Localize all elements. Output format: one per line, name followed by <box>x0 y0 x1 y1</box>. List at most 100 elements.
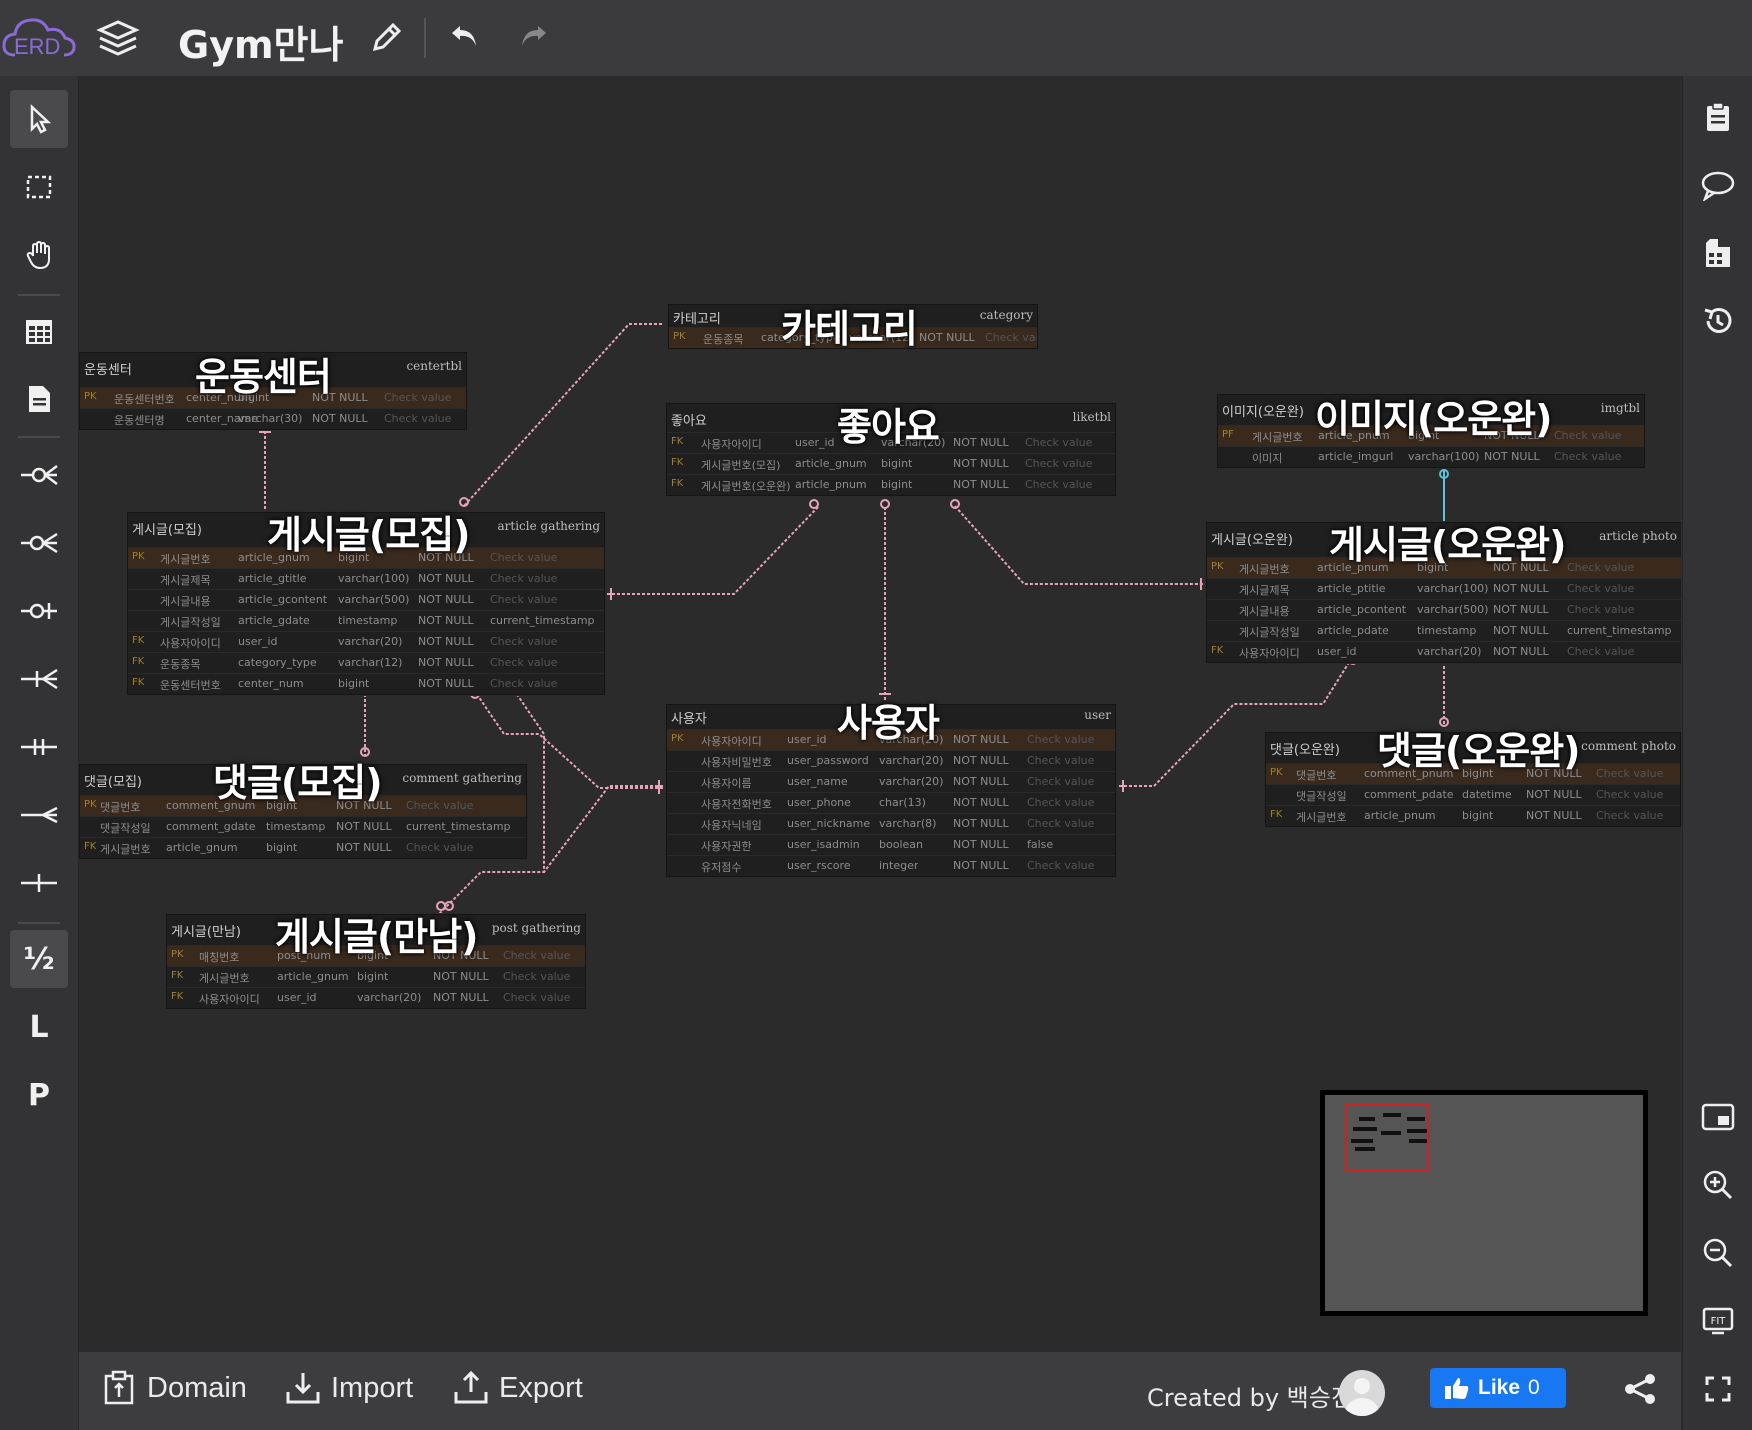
share-icon[interactable] <box>1623 1372 1663 1412</box>
zero-or-many-alt-icon[interactable] <box>10 514 68 572</box>
column-null: NOT NULL <box>953 457 1009 470</box>
table-row[interactable]: 사용자권한 user_isadmin boolean NOT NULL false <box>667 834 1115 855</box>
memo-tool-icon[interactable] <box>10 370 68 428</box>
column-physical: user_password <box>787 754 869 767</box>
table-row[interactable]: 게시글제목 article_ptitle varchar(100) NOT NULL C… <box>1207 578 1681 599</box>
table-row[interactable]: FK 사용자아이디 user_id varchar(20) NOT NULL Check … <box>128 631 604 652</box>
column-logical: 댓글번호 <box>100 801 141 814</box>
redo-icon[interactable] <box>514 16 554 56</box>
pointer-tool-icon[interactable] <box>10 90 68 148</box>
column-logical: 운동센터번호 <box>160 679 221 692</box>
relation-l-button[interactable]: L <box>10 998 68 1056</box>
table-row[interactable]: 유저점수 user_rscore integer NOT NULL Check valu… <box>667 855 1115 876</box>
edit-pencil-icon[interactable] <box>366 18 406 58</box>
table-row[interactable]: 게시글작성일 article_gdate timestamp NOT NULL curr… <box>128 610 604 631</box>
one-or-many-relation-icon[interactable] <box>10 650 68 708</box>
table-row[interactable]: 게시글내용 article_pcontent varchar(500) NOT NUL… <box>1207 599 1681 620</box>
table-row[interactable]: 운동센터명 center_name varchar(30) NOT NULL Check… <box>80 408 466 429</box>
column-logical: 게시글번호 <box>100 843 151 856</box>
undo-icon[interactable] <box>444 16 484 56</box>
table-row[interactable]: 댓글작성일 comment_gdate timestamp NOT NULL curre… <box>80 816 526 837</box>
table-row[interactable]: 사용자전화번호 user_phone char(13) NOT NULL Check v… <box>667 792 1115 813</box>
fullscreen-icon[interactable] <box>1697 1368 1739 1410</box>
column-logical: 매칭번호 <box>199 951 240 964</box>
table-tool-icon[interactable] <box>10 302 68 360</box>
zero-or-many-relation-icon[interactable] <box>10 446 68 504</box>
relation-category-gather <box>463 323 662 507</box>
table-row[interactable]: FK 사용자아이디 user_id varchar(20) NOT NULL Check … <box>167 987 585 1008</box>
table-row[interactable]: FK 사용자아이디 user_id varchar(20) NOT NULL Check … <box>1207 641 1681 662</box>
erd-cloud-logo[interactable]: ERD <box>0 12 80 64</box>
clipboard-icon[interactable] <box>1697 96 1739 138</box>
zero-or-one-relation-icon[interactable] <box>10 582 68 640</box>
model-title: Gym만나 <box>178 23 344 67</box>
column-logical: 게시글제목 <box>1239 584 1290 597</box>
table-title-comment-gathering: 댓글(모집) <box>213 761 383 805</box>
select-area-icon[interactable] <box>10 158 68 216</box>
table-row[interactable]: 이미지 article_imgurl varchar(100) NOT NULL Che… <box>1218 446 1644 467</box>
table-row[interactable]: 사용자비밀번호 user_password varchar(20) NOT NULL C… <box>667 750 1115 771</box>
column-logical: 사용자전화번호 <box>701 798 772 811</box>
one-only-relation-icon[interactable] <box>10 718 68 776</box>
zoom-in-icon[interactable] <box>1697 1164 1739 1206</box>
table-physical-name: user <box>1084 708 1111 722</box>
column-null: NOT NULL <box>433 991 489 1004</box>
import-button[interactable]: Import <box>285 1370 413 1406</box>
thumbs-up-icon <box>1445 1378 1469 1399</box>
table-row[interactable]: FK 게시글번호 article_gnum bigint NOT NULL Check v… <box>80 837 526 858</box>
hand-tool-icon[interactable] <box>10 226 68 284</box>
export-button[interactable]: Export <box>453 1370 583 1406</box>
table-logical-name: 댓글(오운완) <box>1270 743 1340 758</box>
one-relation-icon[interactable] <box>10 854 68 912</box>
table-row[interactable]: 사용자닉네임 user_nickname varchar(8) NOT NULL Che… <box>667 813 1115 834</box>
column-type: char(13) <box>879 796 926 809</box>
column-type: varchar(500) <box>1417 603 1489 616</box>
column-null: NOT NULL <box>953 436 1009 449</box>
comment-icon[interactable] <box>1697 164 1739 206</box>
domain-button[interactable]: Domain <box>103 1370 247 1406</box>
column-type: bigint <box>1462 809 1494 822</box>
column-type: varchar(20) <box>1417 645 1482 658</box>
domain-label: Domain <box>147 1371 247 1404</box>
table-row[interactable]: FK 운동종목 category_type varchar(12) NOT NULL Ch… <box>128 652 604 673</box>
zoom-out-icon[interactable] <box>1697 1232 1739 1274</box>
table-row[interactable]: 게시글내용 article_gcontent varchar(500) NOT NUL… <box>128 589 604 610</box>
minimap-viewport[interactable] <box>1345 1103 1429 1171</box>
relation-endpoint-marker <box>880 499 890 509</box>
column-physical: article_pdate <box>1317 624 1389 637</box>
table-logical-name: 운동센터 <box>84 363 132 378</box>
column-logical: 게시글작성일 <box>160 616 221 629</box>
table-physical-name: article photo <box>1599 529 1677 543</box>
relation-p-button[interactable]: P <box>10 1066 68 1124</box>
author-avatar[interactable] <box>1339 1370 1385 1416</box>
minimap[interactable] <box>1320 1090 1648 1316</box>
history-icon[interactable] <box>1697 300 1739 342</box>
model-list-icon[interactable] <box>94 16 142 60</box>
identify-relation-button[interactable]: ½ <box>10 930 68 988</box>
many-relation-icon[interactable] <box>10 786 68 844</box>
table-row[interactable]: 댓글작성일 comment_pdate datetime NOT NULL Check … <box>1266 784 1680 805</box>
erd-canvas[interactable]: 운동센터 centertbl PK 운동센터번호 center_num bigint NO… <box>79 76 1681 1352</box>
column-default: Check value <box>490 593 558 606</box>
column-logical: 사용자아이디 <box>160 637 221 650</box>
column-logical: 게시글번호 <box>199 972 250 985</box>
table-row[interactable]: FK 게시글번호 article_gnum bigint NOT NULL Check v… <box>167 966 585 987</box>
table-row[interactable]: FK 게시글번호 article_pnum bigint NOT NULL Check v… <box>1266 805 1680 826</box>
table-row[interactable]: FK 게시글번호(모집) article_gnum bigint NOT NULL Che… <box>667 453 1115 474</box>
table-row[interactable]: 사용자이름 user_name varchar(20) NOT NULL Check v… <box>667 771 1115 792</box>
column-null: NOT NULL <box>418 572 474 585</box>
table-row[interactable]: FK 운동센터번호 center_num bigint NOT NULL Check va… <box>128 673 604 694</box>
film-icon[interactable] <box>1697 232 1739 274</box>
fit-screen-icon[interactable]: FIT <box>1697 1300 1739 1342</box>
column-default: Check value <box>1027 859 1095 872</box>
minimap-icon[interactable] <box>1697 1096 1739 1138</box>
column-null: NOT NULL <box>1526 788 1582 801</box>
column-physical: category_type <box>238 656 317 669</box>
table-row[interactable]: FK 게시글번호(오운완) article_pnum bigint NOT NULL Ch… <box>667 474 1115 495</box>
table-row[interactable]: 게시글작성일 article_pdate timestamp NOT NULL curr… <box>1207 620 1681 641</box>
facebook-like-button[interactable]: Like 0 <box>1430 1368 1566 1408</box>
column-logical: 사용자아이디 <box>199 993 260 1006</box>
table-logical-name: 게시글(오운완) <box>1211 533 1293 548</box>
column-physical: article_pcontent <box>1317 603 1407 616</box>
table-row[interactable]: 게시글제목 article_gtitle varchar(100) NOT NULL C… <box>128 568 604 589</box>
